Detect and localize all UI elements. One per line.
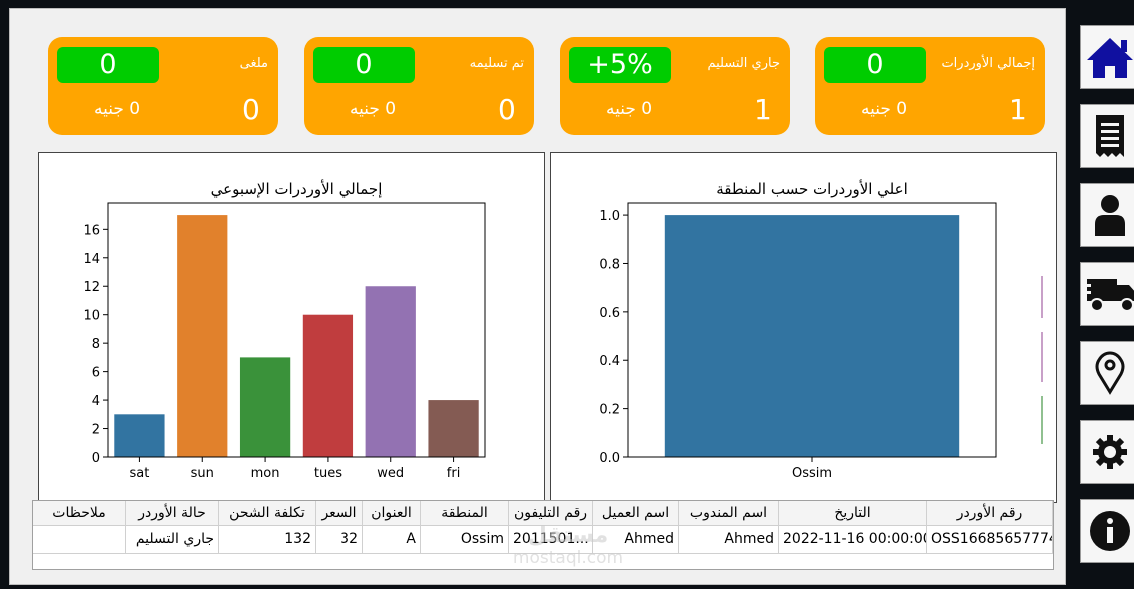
- legend-fragment: [1041, 276, 1043, 318]
- receipt-icon: [1096, 115, 1124, 157]
- user-icon: [1095, 195, 1125, 236]
- location-pin-icon: [1095, 351, 1125, 395]
- in-delivery-title: جاري التسليم: [707, 56, 780, 71]
- watermark-url: mostaql.com: [512, 548, 624, 568]
- watermark-logo: مستقل: [527, 523, 609, 548]
- weekly-orders-chart: إجمالي الأوردرات الإسبوعي 0 2 4 6 8 10 12 14 16 sa…: [38, 152, 545, 503]
- total-orders-badge: 0: [824, 47, 926, 83]
- in-delivery-count: 1: [754, 93, 772, 126]
- region-chart-ytick-label: 0.2: [599, 403, 620, 418]
- cancelled-badge: 0: [57, 47, 159, 83]
- delivery-truck-icon: [1082, 279, 1134, 312]
- nav-regions-button[interactable]: [1080, 341, 1134, 405]
- region-chart-ytick-label: 0.4: [599, 354, 620, 369]
- weekly-orders-svg: إجمالي الأوردرات الإسبوعي 0 2 4 6 8 10 12 14 16 sa…: [83, 179, 486, 481]
- header-price[interactable]: السعر: [316, 501, 363, 525]
- weekly-chart-ytick-label: 12: [83, 280, 100, 295]
- total-orders-count: 1: [1009, 93, 1027, 126]
- region-chart-xtick-label: Ossim: [792, 466, 832, 481]
- region-chart-ytick-label: 1.0: [599, 209, 620, 224]
- weekly-chart-bar: [114, 414, 165, 457]
- weekly-chart-ytick-label: 16: [83, 223, 100, 238]
- total-orders-title: إجمالي الأوردرات: [941, 56, 1035, 71]
- cell-courier[interactable]: Ahmed: [679, 525, 779, 553]
- header-phone[interactable]: رقم التليفون: [509, 501, 593, 525]
- region-chart-ytick-label: 0.6: [599, 306, 620, 321]
- delivered-title: تم تسليمه: [469, 56, 524, 71]
- header-courier[interactable]: اسم المندوب: [679, 501, 779, 525]
- header-order-status[interactable]: حالة الأوردر: [126, 501, 219, 525]
- dashboard-panel: 0 إجمالي الأوردرات 1 0 جنيه +5% جاري الت…: [9, 8, 1066, 585]
- weekly-chart-bar: [365, 286, 416, 457]
- cancelled-title: ملغى: [239, 56, 268, 71]
- delivered-money: 0 جنيه: [350, 99, 397, 119]
- weekly-chart-xtick-label: wed: [377, 466, 404, 481]
- weekly-chart-bar: [428, 400, 479, 457]
- header-notes[interactable]: ملاحظات: [33, 501, 126, 525]
- region-chart-ytick-label: 0.0: [599, 451, 620, 466]
- weekly-chart-ytick-label: 6: [92, 366, 100, 381]
- total-orders-money: 0 جنيه: [861, 99, 908, 119]
- delivered-badge: 0: [313, 47, 415, 83]
- cancelled-money: 0 جنيه: [94, 99, 141, 119]
- header-region[interactable]: المنطقة: [421, 501, 509, 525]
- legend-fragment: [1041, 332, 1043, 382]
- header-date[interactable]: التاريخ: [779, 501, 927, 525]
- in-delivery-badge: +5%: [569, 47, 671, 83]
- delivered-count: 0: [498, 93, 516, 126]
- weekly-chart-ytick-label: 10: [83, 309, 100, 324]
- cancelled-count: 0: [242, 93, 260, 126]
- card-in-delivery: +5% جاري التسليم 1 0 جنيه: [560, 37, 790, 135]
- region-chart-ytick-label: 0.8: [599, 257, 620, 272]
- weekly-chart-ytick-label: 0: [92, 451, 100, 466]
- weekly-chart-ytick-label: 14: [83, 252, 100, 267]
- card-total-orders: 0 إجمالي الأوردرات 1 0 جنيه: [815, 37, 1045, 135]
- info-icon: [1090, 511, 1130, 551]
- nav-about-button[interactable]: [1080, 499, 1134, 563]
- cell-order-status[interactable]: جاري التسليم: [126, 525, 219, 553]
- weekly-chart-bar: [239, 357, 291, 457]
- cell-price[interactable]: 32: [316, 525, 363, 553]
- weekly-chart-xtick-label: tues: [314, 466, 342, 481]
- cell-address[interactable]: A: [363, 525, 421, 553]
- watermark: مستقل mostaql.com: [498, 523, 638, 568]
- weekly-chart-ytick-label: 4: [92, 394, 100, 409]
- header-order-id[interactable]: رقم الأوردر: [927, 501, 1053, 525]
- cell-region[interactable]: Ossim: [421, 525, 509, 553]
- weekly-chart-ytick-label: 8: [92, 337, 100, 352]
- orders-by-region-chart: اعلي الأوردرات حسب المنطقة 0.0 0.2 0.4 0.6 0.…: [550, 152, 1057, 503]
- nav-users-button[interactable]: [1080, 183, 1134, 247]
- nav-home-button[interactable]: [1080, 25, 1134, 89]
- cell-date[interactable]: 2022-11-16 00:00:00: [779, 525, 927, 553]
- card-delivered: 0 تم تسليمه 0 0 جنيه: [304, 37, 534, 135]
- orders-by-region-svg: اعلي الأوردرات حسب المنطقة 0.0 0.2 0.4 0.6 0.…: [599, 179, 997, 481]
- cell-shipping-cost[interactable]: 132: [219, 525, 316, 553]
- weekly-chart-xtick-label: mon: [251, 466, 280, 481]
- legend-fragment: [1041, 396, 1043, 444]
- cell-order-id[interactable]: OSS16685657774: [927, 525, 1053, 553]
- weekly-chart-xtick-label: sun: [191, 466, 214, 481]
- cell-notes[interactable]: [33, 525, 126, 553]
- card-cancelled: 0 ملغى 0 0 جنيه: [48, 37, 278, 135]
- weekly-chart-xtick-label: sat: [129, 466, 149, 481]
- region-chart-title: اعلي الأوردرات حسب المنطقة: [716, 179, 908, 199]
- gear-icon: [1093, 435, 1127, 469]
- weekly-chart-xtick-label: fri: [447, 466, 461, 481]
- header-address[interactable]: العنوان: [363, 501, 421, 525]
- weekly-chart-bar: [177, 215, 228, 457]
- nav-orders-button[interactable]: [1080, 104, 1134, 168]
- weekly-chart-title: إجمالي الأوردرات الإسبوعي: [211, 179, 383, 199]
- weekly-chart-bar: [302, 314, 354, 457]
- nav-settings-button[interactable]: [1080, 420, 1134, 484]
- in-delivery-money: 0 جنيه: [606, 99, 653, 119]
- header-customer[interactable]: اسم العميل: [593, 501, 679, 525]
- weekly-chart-ytick-label: 2: [92, 423, 100, 438]
- region-chart-bar: [664, 215, 960, 457]
- header-shipping-cost[interactable]: تكلفة الشحن: [219, 501, 316, 525]
- nav-delivery-button[interactable]: [1080, 262, 1134, 326]
- home-icon: [1087, 38, 1133, 78]
